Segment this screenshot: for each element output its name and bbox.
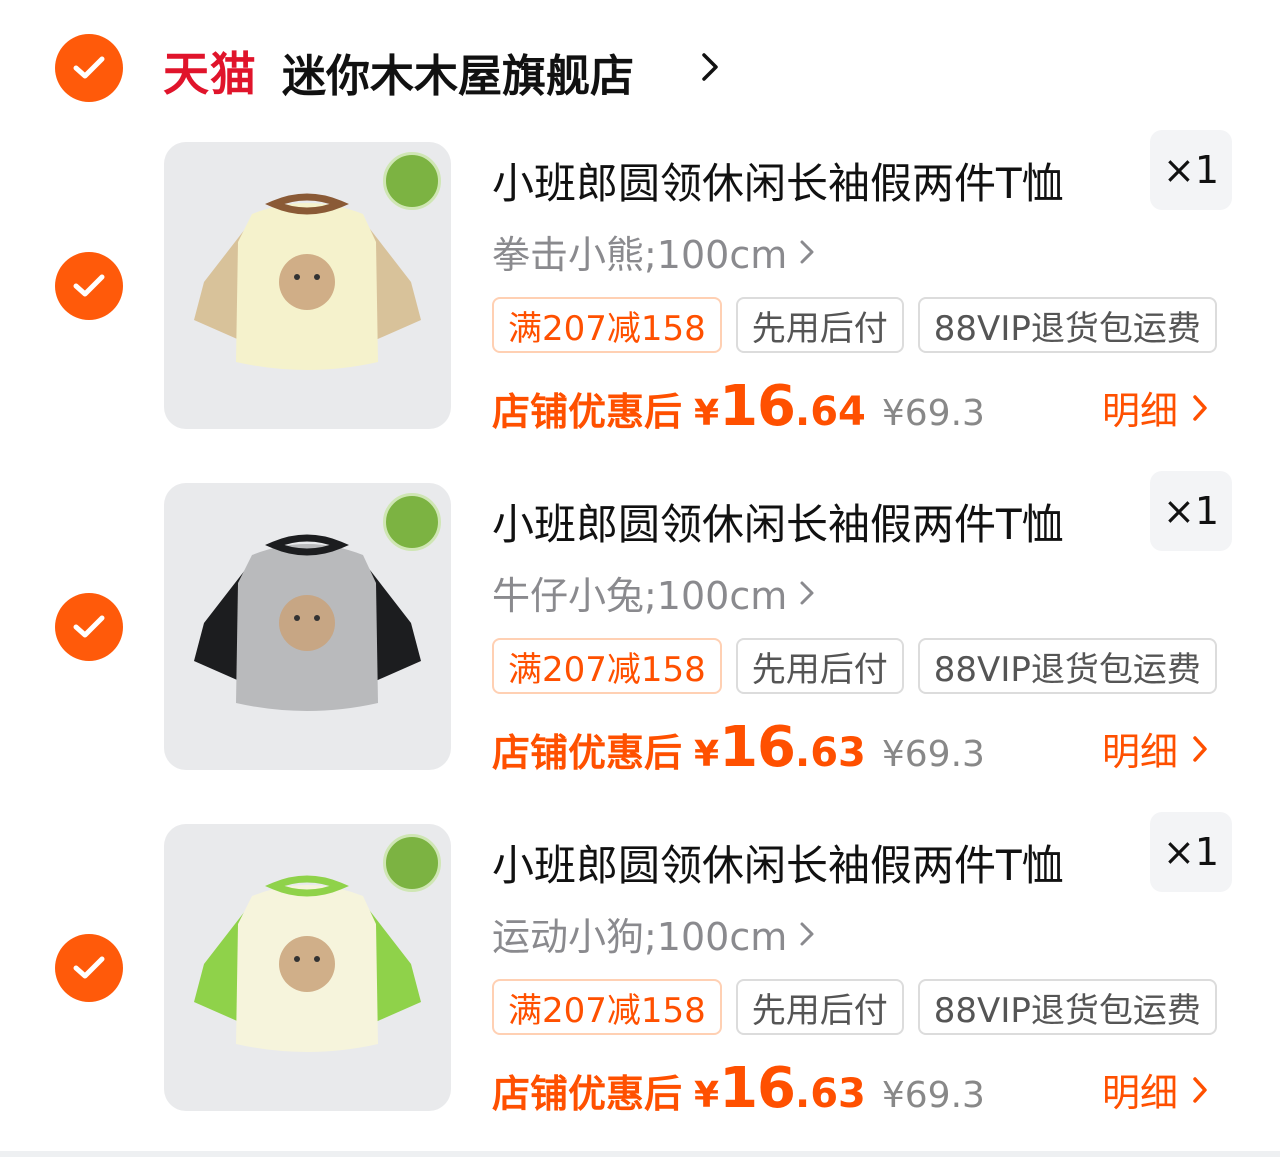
tag-list: 满207减158 先用后付 88VIP退货包运费 bbox=[492, 297, 1217, 353]
check-icon bbox=[73, 615, 105, 638]
chevron-right-icon bbox=[800, 922, 814, 945]
promo-tag: 满207减158 bbox=[492, 638, 722, 694]
check-icon bbox=[73, 274, 105, 297]
detail-label: 明细 bbox=[1102, 1071, 1179, 1115]
price-decimal: .64 bbox=[795, 389, 866, 435]
store-name-link[interactable]: 迷你木木屋旗舰店 bbox=[282, 40, 634, 104]
free-return-tag: 88VIP退货包运费 bbox=[917, 297, 1217, 353]
sku-selector[interactable]: 拳击小熊;100cm bbox=[492, 224, 815, 279]
sku-selector[interactable]: 运动小狗;100cm bbox=[492, 906, 815, 961]
chevron-right-icon bbox=[1193, 1076, 1207, 1103]
cotton-badge-icon bbox=[383, 834, 441, 892]
product-image[interactable] bbox=[164, 824, 451, 1111]
detail-label: 明细 bbox=[1102, 730, 1179, 774]
store-header: 天猫 迷你木木屋旗舰店 bbox=[0, 0, 1280, 130]
price-detail-button[interactable]: 明细 bbox=[1102, 380, 1208, 435]
quantity-button[interactable]: ×1 bbox=[1150, 812, 1232, 892]
price-integer: 16 bbox=[719, 1056, 796, 1121]
store-select-checkbox[interactable] bbox=[55, 34, 123, 102]
sku-selector[interactable]: 牛仔小兔;100cm bbox=[492, 565, 815, 620]
chevron-right-icon bbox=[1193, 735, 1207, 762]
free-return-tag: 88VIP退货包运费 bbox=[917, 638, 1217, 694]
product-image[interactable] bbox=[164, 142, 451, 429]
detail-label: 明细 bbox=[1102, 389, 1179, 433]
cart-item: 小班郎圆领休闲长袖假两件T恤 ×1 拳击小熊;100cm 满207减158 先用… bbox=[0, 130, 1280, 472]
pay-later-tag: 先用后付 bbox=[735, 638, 904, 694]
price-decimal: .63 bbox=[795, 730, 866, 776]
chevron-right-icon bbox=[800, 581, 814, 604]
check-icon bbox=[73, 56, 105, 79]
free-return-tag: 88VIP退货包运费 bbox=[917, 979, 1217, 1035]
price-integer: 16 bbox=[719, 715, 796, 780]
item-select-checkbox[interactable] bbox=[55, 593, 123, 661]
quantity-button[interactable]: ×1 bbox=[1150, 471, 1232, 551]
chevron-right-icon[interactable] bbox=[700, 52, 720, 82]
quantity-button[interactable]: ×1 bbox=[1150, 130, 1232, 210]
price-decimal: .63 bbox=[795, 1071, 866, 1117]
original-price: ¥69.3 bbox=[881, 1075, 985, 1116]
product-image[interactable] bbox=[164, 483, 451, 770]
price-integer: 16 bbox=[719, 374, 796, 439]
price-row: 店铺优惠后 ¥ 16 .64 ¥69.3 bbox=[492, 374, 985, 439]
product-title[interactable]: 小班郎圆领休闲长袖假两件T恤 bbox=[492, 832, 1064, 893]
item-select-checkbox[interactable] bbox=[55, 252, 123, 320]
price-row: 店铺优惠后 ¥ 16 .63 ¥69.3 bbox=[492, 715, 985, 780]
sku-label: 牛仔小兔;100cm bbox=[492, 574, 788, 618]
tag-list: 满207减158 先用后付 88VIP退货包运费 bbox=[492, 979, 1217, 1035]
pay-later-tag: 先用后付 bbox=[735, 297, 904, 353]
cart-item: 小班郎圆领休闲长袖假两件T恤 ×1 运动小狗;100cm 满207减158 先用… bbox=[0, 812, 1280, 1154]
item-select-checkbox[interactable] bbox=[55, 934, 123, 1002]
currency-symbol: ¥ bbox=[694, 393, 720, 434]
price-label: 店铺优惠后 bbox=[492, 390, 683, 434]
price-detail-button[interactable]: 明细 bbox=[1102, 1062, 1208, 1117]
product-title[interactable]: 小班郎圆领休闲长袖假两件T恤 bbox=[492, 491, 1064, 552]
sku-label: 拳击小熊;100cm bbox=[492, 233, 788, 277]
product-title[interactable]: 小班郎圆领休闲长袖假两件T恤 bbox=[492, 150, 1064, 211]
cart-item: 小班郎圆领休闲长袖假两件T恤 ×1 牛仔小兔;100cm 满207减158 先用… bbox=[0, 471, 1280, 813]
original-price: ¥69.3 bbox=[881, 393, 985, 434]
chevron-right-icon bbox=[800, 240, 814, 263]
currency-symbol: ¥ bbox=[694, 1075, 720, 1116]
promo-tag: 满207减158 bbox=[492, 979, 722, 1035]
currency-symbol: ¥ bbox=[694, 734, 720, 775]
divider bbox=[0, 1151, 1280, 1157]
promo-tag: 满207减158 bbox=[492, 297, 722, 353]
tmall-logo: 天猫 bbox=[163, 47, 257, 101]
price-row: 店铺优惠后 ¥ 16 .63 ¥69.3 bbox=[492, 1056, 985, 1121]
price-label: 店铺优惠后 bbox=[492, 731, 683, 775]
price-detail-button[interactable]: 明细 bbox=[1102, 721, 1208, 776]
cotton-badge-icon bbox=[383, 152, 441, 210]
sku-label: 运动小狗;100cm bbox=[492, 915, 788, 959]
tag-list: 满207减158 先用后付 88VIP退货包运费 bbox=[492, 638, 1217, 694]
chevron-right-icon bbox=[1193, 394, 1207, 421]
cotton-badge-icon bbox=[383, 493, 441, 551]
price-label: 店铺优惠后 bbox=[492, 1072, 683, 1116]
check-icon bbox=[73, 956, 105, 979]
pay-later-tag: 先用后付 bbox=[735, 979, 904, 1035]
original-price: ¥69.3 bbox=[881, 734, 985, 775]
